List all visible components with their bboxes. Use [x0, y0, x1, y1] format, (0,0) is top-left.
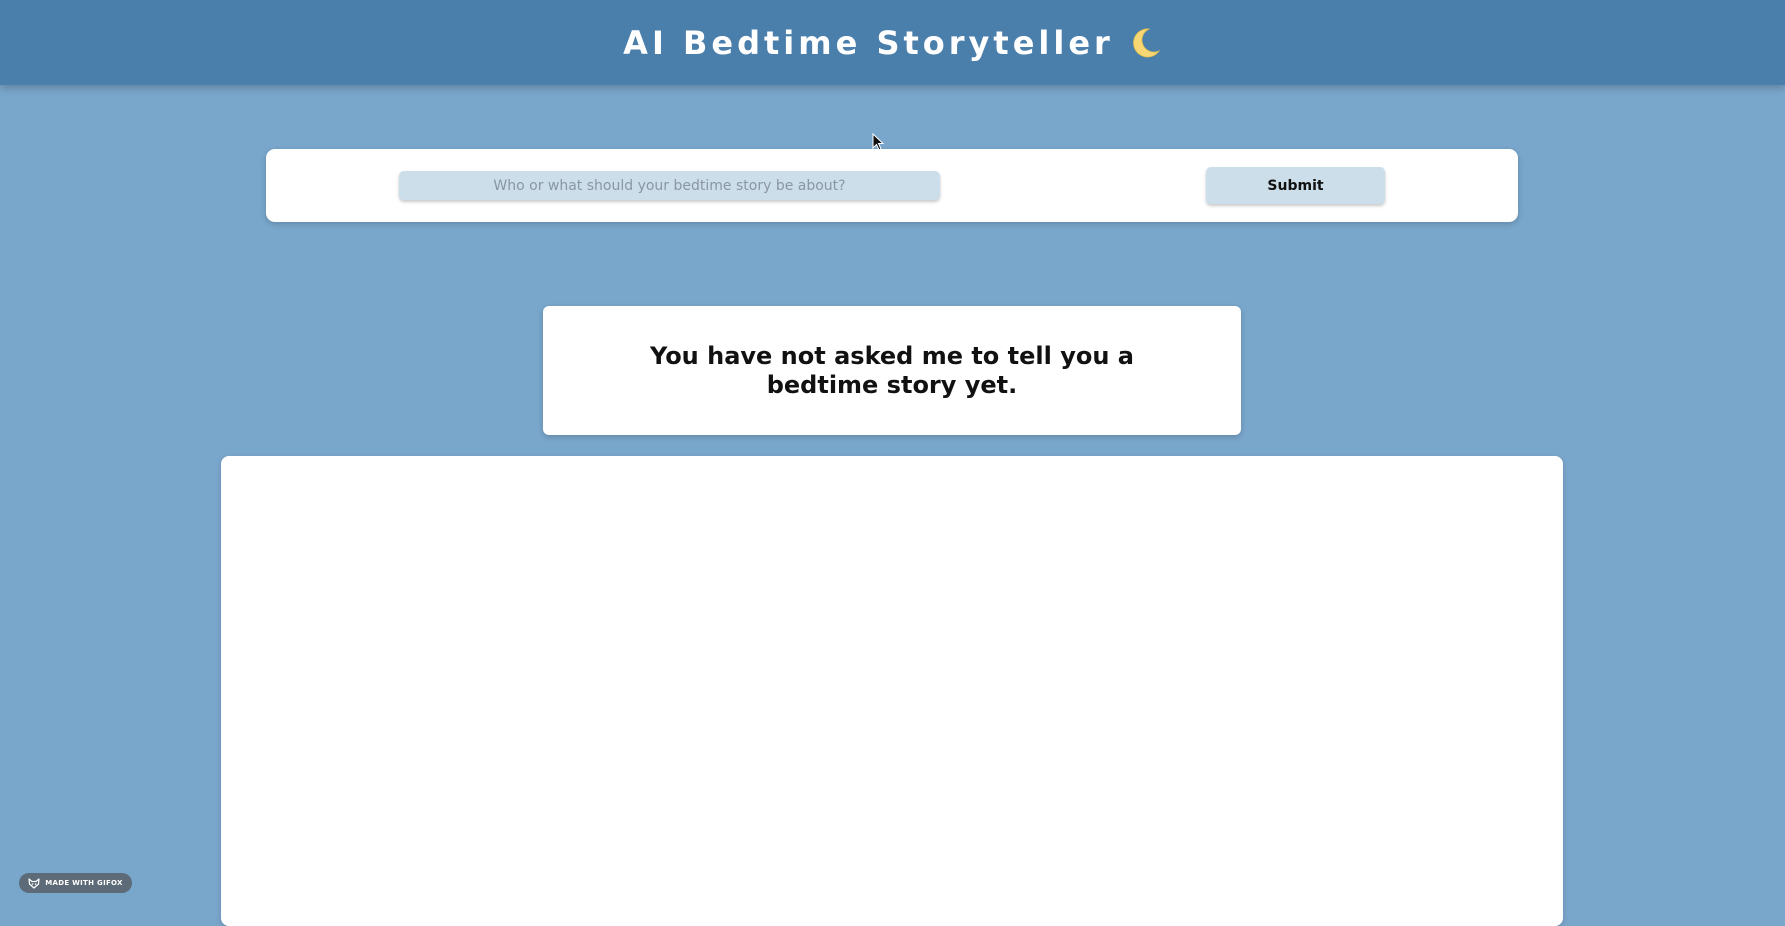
- status-message: You have not asked me to tell you a bedt…: [650, 341, 1134, 399]
- status-card: You have not asked me to tell you a bedt…: [543, 306, 1241, 435]
- made-with-gifox-badge[interactable]: MADE WITH GIFOX: [19, 873, 132, 893]
- badge-label: MADE WITH GIFOX: [45, 879, 123, 887]
- story-topic-input[interactable]: [399, 171, 940, 200]
- app-header: AI Bedtime Storyteller: [0, 0, 1785, 85]
- crescent-moon-icon: [1133, 28, 1161, 57]
- gifox-fox-icon: [28, 877, 40, 889]
- story-prompt-form: Submit: [266, 149, 1518, 222]
- mouse-cursor-icon: [872, 133, 884, 151]
- app-title-text: AI Bedtime Storyteller: [623, 23, 1114, 62]
- submit-button[interactable]: Submit: [1206, 167, 1385, 204]
- story-output-panel: [221, 456, 1563, 926]
- app-title: AI Bedtime Storyteller: [623, 24, 1162, 62]
